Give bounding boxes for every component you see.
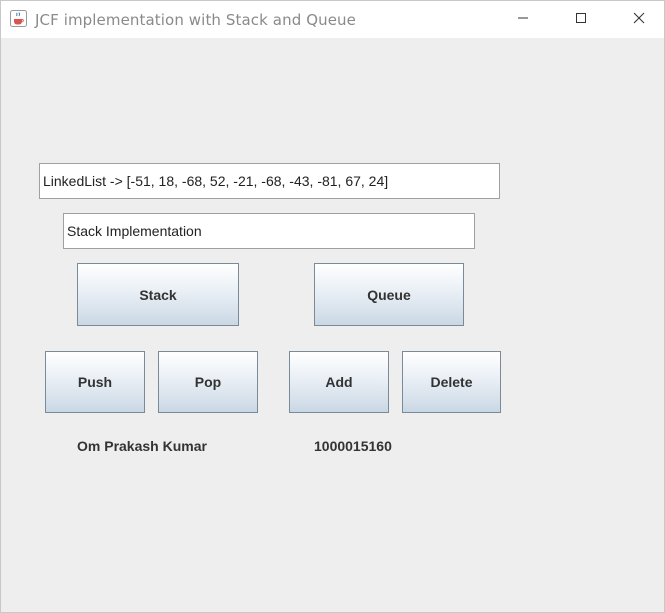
delete-button[interactable]: Delete bbox=[402, 351, 501, 413]
close-icon bbox=[633, 11, 645, 29]
author-name-label: Om Prakash Kumar bbox=[77, 438, 207, 454]
close-button[interactable] bbox=[610, 1, 665, 38]
minimize-button[interactable] bbox=[494, 1, 552, 38]
maximize-icon bbox=[575, 11, 587, 29]
linked-list-field[interactable]: LinkedList -> [-51, 18, -68, 52, -21, -6… bbox=[39, 163, 500, 199]
pop-button[interactable]: Pop bbox=[158, 351, 258, 413]
minimize-icon bbox=[517, 11, 529, 29]
push-button[interactable]: Push bbox=[45, 351, 145, 413]
implementation-field[interactable]: Stack Implementation bbox=[63, 213, 475, 249]
maximize-button[interactable] bbox=[552, 1, 610, 38]
app-window: JCF implementation with Stack and Queue … bbox=[0, 0, 665, 613]
content-pane: LinkedList -> [-51, 18, -68, 52, -21, -6… bbox=[1, 38, 664, 612]
add-button[interactable]: Add bbox=[289, 351, 389, 413]
title-bar[interactable]: JCF implementation with Stack and Queue bbox=[1, 1, 664, 38]
queue-button[interactable]: Queue bbox=[314, 263, 464, 326]
java-coffee-cup-icon bbox=[10, 10, 27, 27]
stack-button[interactable]: Stack bbox=[77, 263, 239, 326]
author-id-label: 1000015160 bbox=[314, 438, 392, 454]
window-title: JCF implementation with Stack and Queue bbox=[35, 11, 356, 29]
